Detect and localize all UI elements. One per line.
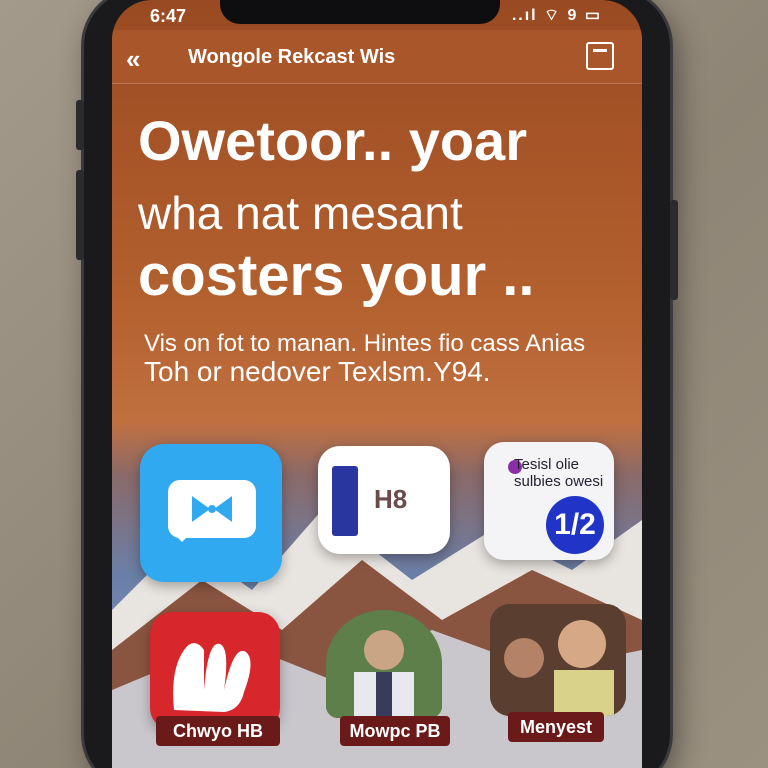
navigation-bar: « Wongole Rekcast Wis [112,30,642,84]
contact-avatar-2[interactable] [490,604,626,716]
power-button [670,200,678,300]
chat-bubble-icon [168,480,256,542]
headline-line-3: costers your .. [138,243,535,308]
app-icon-card[interactable]: Tesisl olie sulbies owesi 1/2 [484,442,614,560]
app-label-3: Menyest [508,712,604,742]
bookmark-icon [332,466,358,536]
person-photo-icon [326,610,442,718]
chat-app-text: H8 [374,484,408,514]
hand-glyph-icon [173,643,251,712]
window-icon[interactable] [586,42,614,70]
app-icon-messenger[interactable] [140,444,282,582]
headline-line-1: Owetoor.. yoar [138,109,527,172]
card-badge: 1/2 [546,496,604,554]
app-icon-red[interactable] [150,612,280,730]
contact-avatar-1[interactable] [326,610,442,718]
headline-line-2: wha nat mesant [138,187,463,239]
app-label-2: Mowpc PB [340,716,450,746]
group-photo-icon [490,604,626,716]
chevron-double-left-icon: « [126,44,141,74]
nav-title: Wongole Rekcast Wis [188,46,396,68]
subtitle-line-1: Vis on fot to manan. Hintes fio cass Ani… [144,330,586,357]
subtitle-line-2: Toh or nedover Texlsm.Y94. [144,356,491,387]
app-label-1: Chwyo HB [156,716,280,746]
volume-button [76,100,84,150]
app-icon-chat[interactable]: H8 [318,446,450,554]
display-notch [220,0,500,24]
bow-icon [192,496,232,522]
back-button[interactable]: « [126,44,140,75]
phone-screen: 6:47 ..ıl ⌔ 9 ▭ « Wongole Rekcast Wis Ow… [112,0,642,768]
card-app-text: Tesisl olie sulbies owesi [514,456,604,490]
status-icons: ..ıl ⌔ 9 ▭ [511,7,602,24]
volume-button [76,170,84,260]
status-time: 6:47 [150,6,187,26]
